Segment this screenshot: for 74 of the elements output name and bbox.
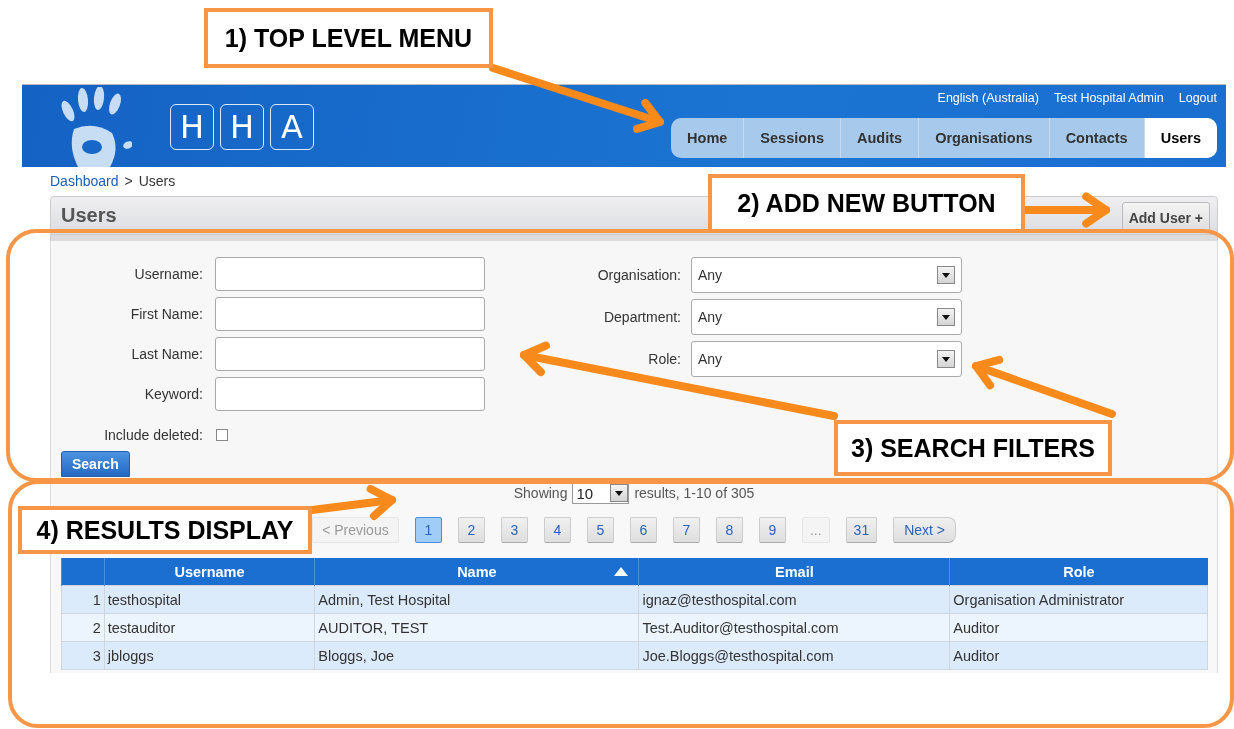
nav-tab[interactable]: Contacts xyxy=(1049,118,1145,158)
table-cell: Bloggs, Joe xyxy=(314,641,639,670)
select-field[interactable]: Any xyxy=(691,299,962,335)
row-number: 2 xyxy=(61,613,105,642)
header-link[interactable]: Logout xyxy=(1178,91,1217,109)
callout-label: 1) TOP LEVEL MENU xyxy=(204,8,493,68)
table-cell: Admin, Test Hospital xyxy=(314,585,639,614)
table-cell: jbloggs xyxy=(104,641,315,670)
select-field[interactable]: Any xyxy=(691,257,962,293)
page-button[interactable]: 6 xyxy=(629,517,657,543)
search-button[interactable]: Search xyxy=(61,451,130,477)
column-header[interactable]: Username xyxy=(104,558,315,586)
page-button[interactable]: 8 xyxy=(715,517,743,543)
page-button[interactable]: 31 xyxy=(845,517,878,543)
breadcrumb-current: Users xyxy=(138,173,176,189)
page-button[interactable]: 1 xyxy=(414,517,442,543)
callout-label: 4) RESULTS DISPLAY xyxy=(18,506,312,554)
nav-tab[interactable]: Home xyxy=(671,118,745,158)
column-header[interactable]: Name xyxy=(314,558,639,586)
row-number: 1 xyxy=(61,585,105,614)
field-label: Keyword: xyxy=(143,386,203,402)
nav-tab[interactable]: Users xyxy=(1144,118,1217,158)
field-label: Include deleted: xyxy=(103,427,203,443)
page-button[interactable]: 2 xyxy=(457,517,485,543)
page-button[interactable]: 4 xyxy=(543,517,571,543)
page-size-dropdown[interactable]: 10 xyxy=(572,482,630,504)
table-cell: Joe.Bloggs@testhospital.com xyxy=(638,641,950,670)
hand-logo-icon xyxy=(60,87,132,167)
table-cell: testhospital xyxy=(104,585,315,614)
table-cell: Auditor xyxy=(949,613,1208,642)
row-number: 3 xyxy=(61,641,105,670)
logo-letter: H xyxy=(220,104,264,150)
column-header[interactable]: Email xyxy=(638,558,950,586)
page-button[interactable]: 3 xyxy=(500,517,528,543)
field-label: Username: xyxy=(133,266,203,282)
select-field[interactable]: Any xyxy=(691,341,962,377)
table-cell: testauditor xyxy=(104,613,315,642)
text-field[interactable] xyxy=(215,297,485,331)
select-value: Any xyxy=(698,267,723,283)
nav-tab[interactable]: Organisations xyxy=(919,118,1050,158)
header-link[interactable]: Test Hospital Admin xyxy=(1054,91,1164,109)
column-header[interactable]: Role xyxy=(949,558,1208,586)
nav-tab[interactable]: Sessions xyxy=(744,118,842,158)
field-label: Department: xyxy=(602,309,681,325)
table-cell: ignaz@testhospital.com xyxy=(638,585,950,614)
results-summary: results, 1-10 of 305 xyxy=(634,485,755,501)
page-button[interactable]: 9 xyxy=(758,517,786,543)
field-label: First Name: xyxy=(129,306,203,322)
text-field[interactable] xyxy=(215,257,485,291)
header-link[interactable]: English (Australia) xyxy=(937,91,1039,109)
field-label: Organisation: xyxy=(596,267,681,283)
table-cell: AUDITOR, TEST xyxy=(314,613,639,642)
page-button[interactable]: 5 xyxy=(586,517,614,543)
text-field[interactable] xyxy=(215,337,485,371)
table-cell: Organisation Administrator xyxy=(949,585,1208,614)
text-field[interactable] xyxy=(215,377,485,411)
select-value: Any xyxy=(698,351,723,367)
page-button[interactable]: 7 xyxy=(672,517,700,543)
checkbox[interactable] xyxy=(216,429,228,441)
breadcrumb-separator: > xyxy=(124,173,133,189)
callout-label: 3) SEARCH FILTERS xyxy=(834,420,1112,476)
field-label: Role: xyxy=(647,351,681,367)
logo-letter: H xyxy=(170,104,214,150)
page-size-value: 10 xyxy=(576,484,594,502)
panel-title: Users xyxy=(60,204,117,227)
table-cell: Auditor xyxy=(949,641,1208,670)
select-value: Any xyxy=(698,309,723,325)
field-label: Last Name: xyxy=(130,346,203,362)
breadcrumb-link[interactable]: Dashboard xyxy=(50,173,119,189)
table-cell: Test.Auditor@testhospital.com xyxy=(638,613,950,642)
logo-letter: A xyxy=(270,104,314,150)
next-button[interactable]: Next > xyxy=(893,517,957,543)
showing-label: Showing xyxy=(513,485,568,501)
nav-tab[interactable]: Audits xyxy=(841,118,920,158)
